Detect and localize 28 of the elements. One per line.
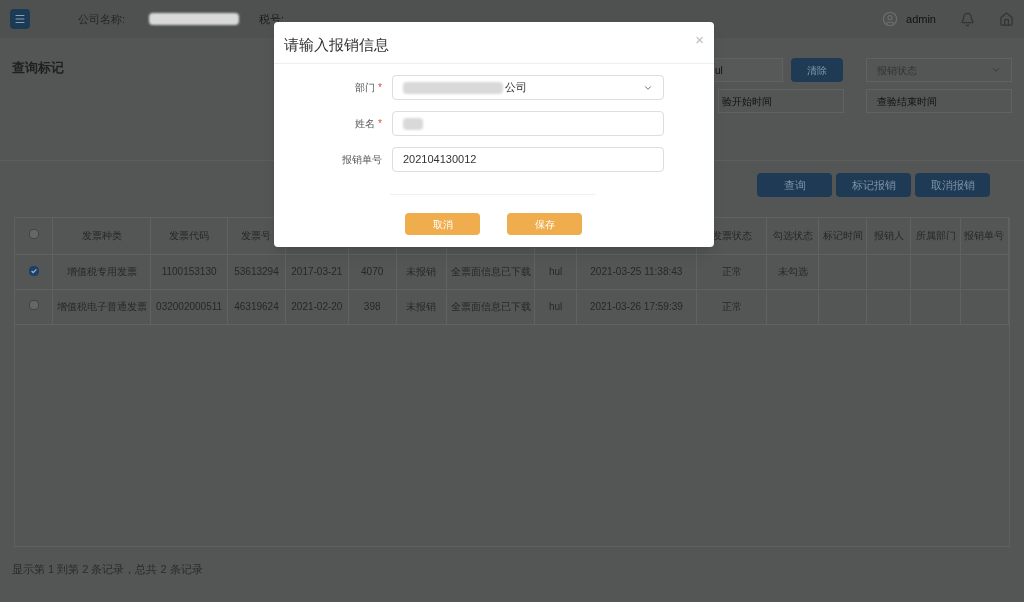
clear-button[interactable]: 清除	[791, 58, 843, 82]
dialog-button[interactable]: 取消	[405, 213, 480, 235]
keyword-field[interactable]: ul	[711, 58, 783, 82]
avatar-icon	[882, 11, 899, 27]
row-checkbox[interactable]	[28, 300, 39, 310]
action-button[interactable]: 取消报销	[915, 173, 990, 197]
field-label: 姓名	[355, 117, 376, 131]
field-label: 报销单号	[342, 153, 382, 167]
check-icon	[29, 267, 38, 275]
home-icon[interactable]	[999, 11, 1014, 27]
dialog-title: 请输入报销信息	[284, 35, 389, 55]
menu-icon	[14, 13, 26, 25]
redacted-mark	[403, 117, 423, 130]
required-mark: *	[378, 81, 382, 95]
action-button[interactable]: 标记报销	[836, 173, 911, 197]
menu-button[interactable]	[10, 9, 30, 29]
department-select[interactable]: 公司	[392, 75, 664, 100]
required-mark: *	[378, 117, 382, 131]
bell-icon[interactable]	[960, 11, 975, 27]
action-button[interactable]: 查询	[757, 173, 832, 197]
field-label: 部门	[355, 81, 376, 95]
close-button[interactable]: ×	[695, 32, 704, 47]
select-all-checkbox[interactable]	[28, 229, 39, 240]
input-field[interactable]: 202104130012	[392, 147, 664, 172]
dialog-button[interactable]: 保存	[507, 213, 582, 235]
input-field[interactable]	[392, 111, 664, 136]
row-checkbox[interactable]	[28, 266, 39, 276]
user-name: admin	[906, 11, 936, 27]
